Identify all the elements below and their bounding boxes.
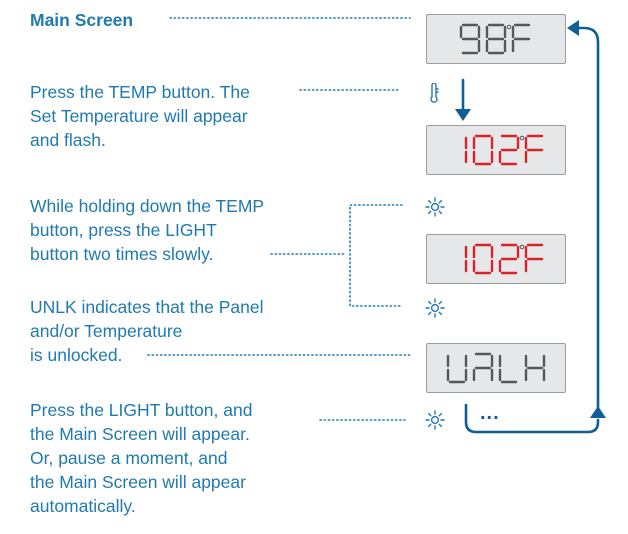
- return-arrow-left-head: [567, 20, 579, 36]
- lcd-char: [472, 352, 494, 382]
- lcd-char: [524, 134, 544, 164]
- display-set-temperature: [426, 125, 566, 175]
- lcd-unlk: [446, 352, 546, 384]
- lcd-main-screen: [459, 23, 531, 55]
- light-icon: [425, 197, 445, 217]
- lcd-char: [511, 23, 531, 53]
- thermometer-icon: [430, 83, 439, 103]
- lcd-char: [472, 134, 494, 166]
- display-set-temperature-2: [426, 234, 566, 284]
- light-icon: [425, 410, 445, 430]
- bracket-light-presses: [349, 204, 403, 307]
- lcd-char: [524, 243, 544, 273]
- display-unlk: [426, 343, 566, 393]
- degree-symbol: [519, 135, 525, 141]
- display-main-screen: [426, 14, 566, 64]
- degree-symbol: [519, 244, 525, 250]
- arrow-down-head: [455, 109, 471, 121]
- lcd-char: [485, 23, 507, 55]
- lcd-set-temperature-2: [464, 243, 544, 275]
- lcd-char: [498, 354, 518, 384]
- lcd-char: [472, 243, 494, 275]
- lcd-char: [446, 354, 468, 384]
- lcd-set-temperature: [464, 134, 544, 166]
- lcd-char: [524, 354, 546, 382]
- lcd-char: [498, 243, 520, 275]
- degree-symbol: [506, 24, 512, 30]
- return-arrow-up-head: [590, 406, 606, 418]
- light-icon: [425, 298, 445, 318]
- ellipsis: ...: [480, 402, 500, 424]
- lcd-char: [459, 23, 481, 55]
- lcd-char: [498, 134, 520, 166]
